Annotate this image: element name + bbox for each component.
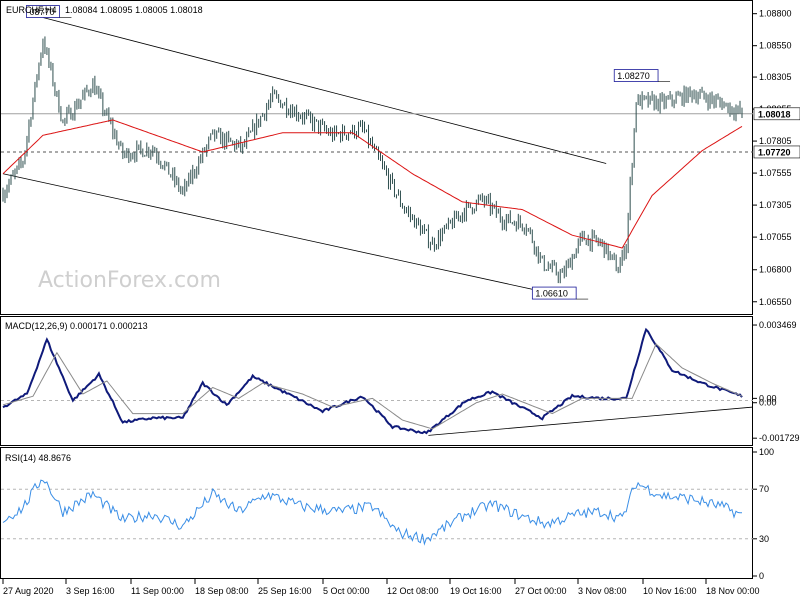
time-axis-label: 25 Sep 16:00 (258, 586, 312, 596)
price-y-tick-label: 1.06800 (759, 265, 792, 275)
rsi-panel-frame (0, 447, 753, 579)
price-y-tick-label: 1.08305 (759, 72, 792, 82)
price-y-tick-label: 1.07555 (759, 168, 792, 178)
chart-root: ActionForex.com 1.08800 1.08550 1.08305 1.0… (0, 0, 800, 596)
time-axis-label: 18 Nov 00:00 (706, 586, 760, 596)
rsi-line (2, 479, 743, 546)
rsi-y-tick-label: 100 (759, 447, 774, 457)
macd-signal-line (2, 343, 743, 430)
price-y-tick-label: 1.06550 (759, 297, 792, 307)
macd-trend-line (428, 406, 754, 436)
time-axis-label: 19 Oct 16:00 (450, 586, 502, 596)
price-y-tick-label: 1.07805 (759, 136, 792, 146)
macd-panel: 0.0034690.000.00-0.001729 (1, 320, 800, 443)
rsi-title: RSI(14) 48.8676 (5, 453, 71, 463)
macd-y-tick-label: -0.001729 (759, 433, 800, 443)
channel-line (42, 17, 607, 164)
price-header-ohlc: 1.08084 1.08095 1.08005 1.08018 (65, 5, 203, 15)
price-y-tick-label: 1.07055 (759, 232, 792, 242)
time-axis-label: 11 Sep 00:00 (131, 586, 184, 596)
time-axis-label: 5 Oct 00:00 (323, 586, 370, 596)
price-annotation-label: 1.08270 (617, 71, 650, 81)
macd-y-tick-label: 0.003469 (759, 320, 797, 330)
rsi-y-tick-label: 70 (759, 484, 769, 494)
time-axis-label: 27 Aug 2020 (3, 586, 54, 596)
price-annotation-label: 1.06610 (535, 289, 568, 299)
time-axis-label: 18 Sep 08:00 (195, 586, 249, 596)
price-y-tick-label: 1.08800 (759, 9, 792, 19)
price-y-tick-label: 1.08550 (759, 41, 792, 51)
time-axis-label: 12 Oct 08:00 (387, 586, 439, 596)
watermark: ActionForex.com (38, 268, 221, 293)
time-axis-label: 3 Nov 08:00 (578, 586, 627, 596)
price-label-text: 1.07720 (758, 147, 791, 157)
price-label-text: 1.08018 (758, 109, 791, 119)
time-axis-label: 3 Sep 16:00 (66, 586, 115, 596)
price-y-tick-label: 1.07305 (759, 200, 792, 210)
time-axis: 27 Aug 2020 3 Sep 16:00 11 Sep 00:00 18 Sep… (2, 579, 760, 596)
time-axis-label: 27 Oct 00:00 (515, 586, 567, 596)
rsi-panel: 100 70 30 0 (1, 447, 774, 581)
time-axis-label: 10 Nov 16:00 (643, 586, 697, 596)
macd-title: MACD(12,26,9) 0.000171 0.000213 (5, 321, 148, 331)
rsi-y-tick-label: 30 (759, 534, 769, 544)
price-panel: 1.088001.085501.083051.080551.078051.075… (1, 5, 800, 307)
price-header-symbol: EURCHF,H4 (6, 5, 57, 15)
rsi-y-tick-label: 0 (759, 571, 764, 581)
macd-y-tick-label: 0.00 (759, 398, 777, 408)
